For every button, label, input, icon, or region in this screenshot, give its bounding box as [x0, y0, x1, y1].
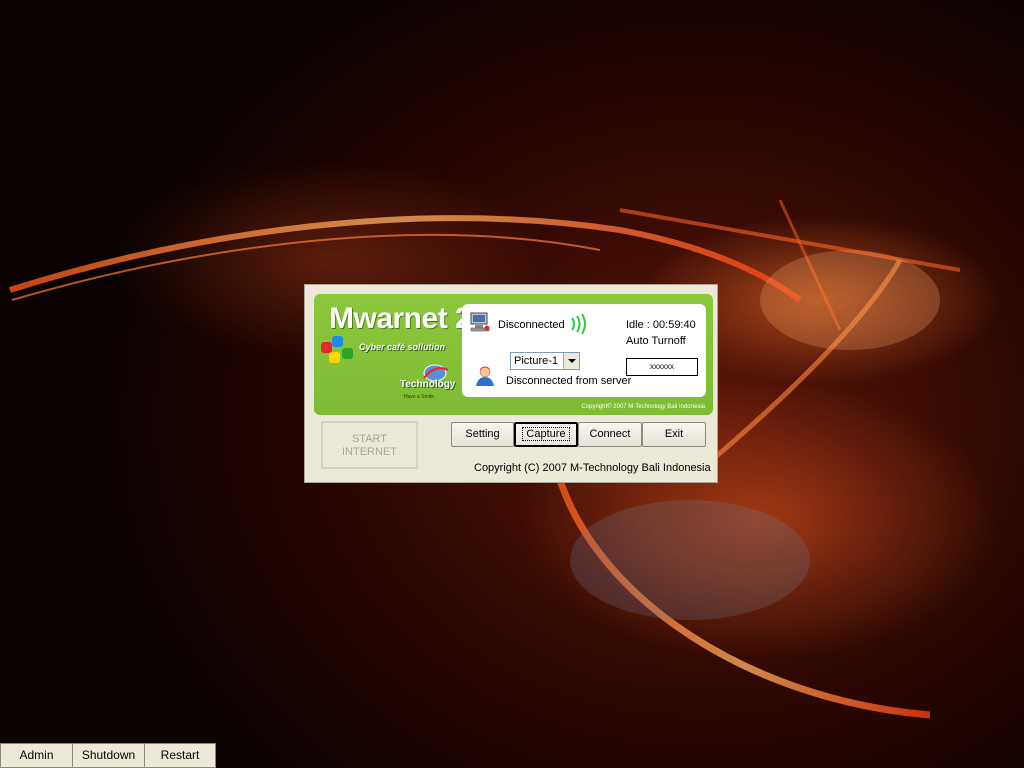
picture-select[interactable]: Picture-1 — [510, 352, 580, 370]
shutdown-button[interactable]: Shutdown — [72, 743, 145, 768]
user-icon — [476, 366, 494, 386]
admin-button[interactable]: Admin — [0, 743, 73, 768]
blue-square — [332, 336, 343, 347]
password-field[interactable]: xxxxxx — [626, 358, 698, 376]
green-square — [342, 348, 353, 359]
auto-turnoff-label: Auto Turnoff — [626, 335, 686, 347]
technology-tagline: Have a Smile — [404, 394, 434, 400]
taskbar: Admin Shutdown Restart — [0, 743, 216, 768]
yellow-square — [329, 352, 340, 363]
technology-logo-text: Technology — [400, 379, 456, 390]
start-internet-button[interactable]: START INTERNET — [321, 421, 418, 469]
technology-logo: Technology Have a Smile — [400, 364, 460, 404]
connect-button[interactable]: Connect — [578, 422, 642, 447]
app-subtitle: Cyber café sollution — [359, 342, 446, 352]
picture-select-value: Picture-1 — [514, 355, 559, 367]
start-internet-label-1: START — [351, 433, 388, 445]
computer-icon — [470, 312, 490, 332]
server-status: Disconnected from server — [506, 375, 632, 387]
exit-button[interactable]: Exit — [642, 422, 706, 447]
panel-copyright: Copyright© 2007 M-Technology Bali Indone… — [581, 404, 706, 410]
setting-button[interactable]: Setting — [451, 422, 514, 447]
idle-timer: Idle : 00:59:40 — [626, 319, 696, 331]
connection-status: Disconnected — [498, 319, 565, 331]
wifi-signal-icon — [571, 313, 586, 335]
restart-button[interactable]: Restart — [144, 743, 216, 768]
footer-copyright: Copyright (C) 2007 M-Technology Bali Ind… — [474, 462, 711, 474]
mwarnet-client-window: Mwarnet 2 Cyber café sollution Technolog… — [304, 284, 718, 483]
color-squares-logo — [321, 336, 355, 370]
capture-button-label: Capture — [522, 427, 570, 441]
chevron-down-icon[interactable] — [563, 353, 579, 369]
app-title: Mwarnet 2 — [329, 302, 472, 335]
capture-button[interactable]: Capture — [514, 422, 578, 447]
branding-panel: Mwarnet 2 Cyber café sollution Technolog… — [314, 294, 713, 415]
status-box: Disconnected Idle : 00:59:40 Auto Turnof… — [462, 304, 706, 397]
start-internet-label-2: INTERNET — [342, 446, 397, 458]
